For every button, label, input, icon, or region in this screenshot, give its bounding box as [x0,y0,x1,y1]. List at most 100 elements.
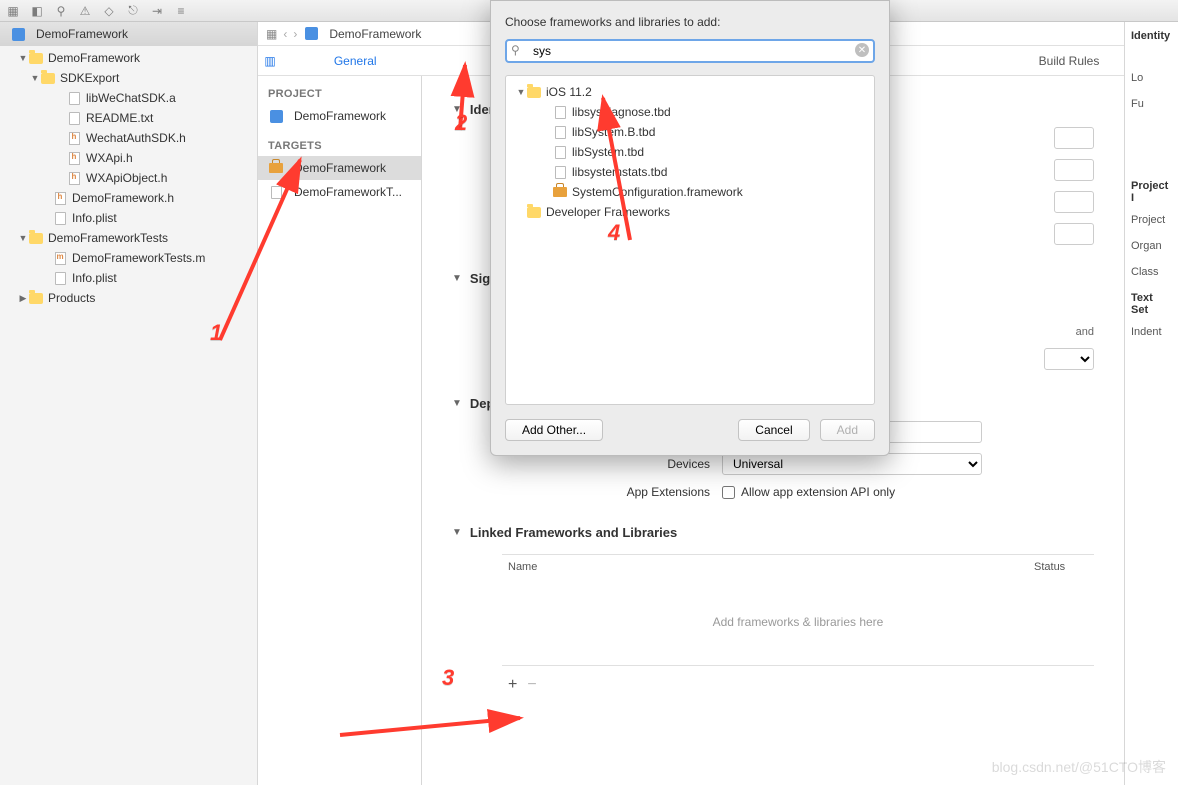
project-item-label: DemoFramework [294,109,386,123]
project-item[interactable]: DemoFramework [258,104,421,128]
identity-field2[interactable] [1054,159,1094,181]
result-label: Developer Frameworks [546,205,670,219]
add-framework-button[interactable]: + [508,676,517,694]
tree-item[interactable]: DemoFramework.h [0,188,257,208]
search-icon[interactable]: ⚲ [54,4,68,18]
tree-item-label: DemoFrameworkTests.m [72,251,205,265]
target-label: DemoFramework [294,161,386,175]
disclosure-icon[interactable]: ▼ [18,233,28,243]
inspector-location: Lo [1131,72,1172,84]
result-item[interactable]: SystemConfiguration.framework [506,182,874,202]
outline-toggle-icon[interactable]: ▥ [258,54,282,68]
clear-search-icon[interactable]: ✕ [855,43,869,57]
tree-item[interactable]: libWeChatSDK.a [0,88,257,108]
choose-framework-sheet: Choose frameworks and libraries to add: … [490,0,890,456]
tree-item[interactable]: WXApi.h [0,148,257,168]
tab-build-rules[interactable]: Build Rules [1014,54,1124,68]
tree-item-label: WechatAuthSDK.h [86,131,186,145]
symbol-icon[interactable]: ◧ [30,4,44,18]
framework-search-input[interactable] [505,39,875,63]
tree-item[interactable]: ▶Products [0,288,257,308]
inspector-identity-header: Identity [1131,30,1172,42]
tree-item-label: README.txt [86,111,153,125]
app-extensions-label: App Extensions [502,485,722,499]
hfile-icon [66,150,82,166]
result-label: libSystem.B.tbd [572,125,655,139]
disclosure-icon[interactable]: ▶ [18,293,28,304]
result-item[interactable]: libSystem.tbd [506,142,874,162]
targets-panel: PROJECT DemoFramework TARGETS DemoFramew… [258,76,422,785]
breakpoint-icon[interactable]: ⇥ [150,4,164,18]
remove-framework-button[interactable]: − [527,676,536,694]
tab-general[interactable]: General [282,54,428,68]
identity-field3[interactable] [1054,191,1094,213]
hfile-icon [52,190,68,206]
project-name: DemoFramework [36,27,128,41]
result-item[interactable]: Developer Frameworks [506,202,874,222]
tree-item-label: WXApi.h [86,151,133,165]
tree-item[interactable]: ▼ DemoFramework [0,48,257,68]
bundle-icon [268,184,284,200]
result-item[interactable]: ▼iOS 11.2 [506,82,874,102]
disclosure-icon[interactable]: ▼ [516,87,526,97]
inspector-fullpath: Fu [1131,98,1172,110]
sheet-title: Choose frameworks and libraries to add: [505,15,875,29]
result-label: SystemConfiguration.framework [572,185,743,199]
tree-item[interactable]: DemoFrameworkTests.m [0,248,257,268]
add-other-button[interactable]: Add Other... [505,419,603,441]
warning-icon[interactable]: ⚠ [78,4,92,18]
inspector-indent: Indent [1131,326,1172,338]
back-icon[interactable]: ‹ [283,27,287,41]
app-extension-check-label: Allow app extension API only [741,485,895,499]
result-item[interactable]: libsysdiagnose.tbd [506,102,874,122]
tree-item[interactable]: WechatAuthSDK.h [0,128,257,148]
column-name: Name [502,561,1034,573]
targets-section-header: TARGETS [258,128,421,156]
section-linked-frameworks[interactable]: ▼Linked Frameworks and Libraries [452,525,1094,540]
folder-icon[interactable]: ▦ [6,4,20,18]
tree-item[interactable]: Info.plist [0,268,257,288]
result-item[interactable]: libsystemstats.tbd [506,162,874,182]
target-item-framework[interactable]: DemoFramework [258,156,421,180]
report-icon[interactable]: ≡ [174,4,188,18]
tree-item[interactable]: Info.plist [0,208,257,228]
tree-item-label: DemoFramework [48,51,140,65]
disclosure-icon[interactable]: ▼ [18,53,28,63]
signing-select[interactable] [1044,348,1094,370]
app-extension-checkbox[interactable] [722,486,735,499]
tree-item[interactable]: README.txt [0,108,257,128]
toolbox-icon [268,160,284,176]
test-icon[interactable]: ◇ [102,4,116,18]
devices-select[interactable]: Universal [722,453,982,475]
target-label: DemoFrameworkT... [294,185,402,199]
grid-icon[interactable]: ▦ [266,27,277,41]
forward-icon[interactable]: › [293,27,297,41]
file-icon [552,124,568,140]
tree-item[interactable]: ▼ DemoFrameworkTests [0,228,257,248]
project-section-header: PROJECT [258,76,421,104]
project-navigator: DemoFramework ▼ DemoFramework ▼SDKExportli… [0,22,258,785]
file-icon [66,90,82,106]
inspector-project: Project [1131,214,1172,226]
tree-item[interactable]: WXApiObject.h [0,168,257,188]
result-item[interactable]: libSystem.B.tbd [506,122,874,142]
project-root[interactable]: DemoFramework [0,22,257,46]
folder-icon [28,230,44,246]
result-label: libSystem.tbd [572,145,644,159]
disclosure-icon[interactable]: ▼ [30,73,40,83]
folder-icon [28,290,44,306]
tree-item-label: DemoFrameworkTests [48,231,168,245]
add-button[interactable]: Add [820,419,875,441]
identity-field[interactable] [1054,127,1094,149]
identity-field4[interactable] [1054,223,1094,245]
folder-icon [28,50,44,66]
breadcrumb-project[interactable]: DemoFramework [329,27,421,41]
file-icon [552,164,568,180]
toolbox-icon [552,184,568,200]
target-item-tests[interactable]: DemoFrameworkT... [258,180,421,204]
file-icon [552,144,568,160]
tree-item[interactable]: ▼SDKExport [0,68,257,88]
debug-icon[interactable]: ⎋ [126,4,140,18]
result-label: libsysdiagnose.tbd [572,105,671,119]
cancel-button[interactable]: Cancel [738,419,809,441]
